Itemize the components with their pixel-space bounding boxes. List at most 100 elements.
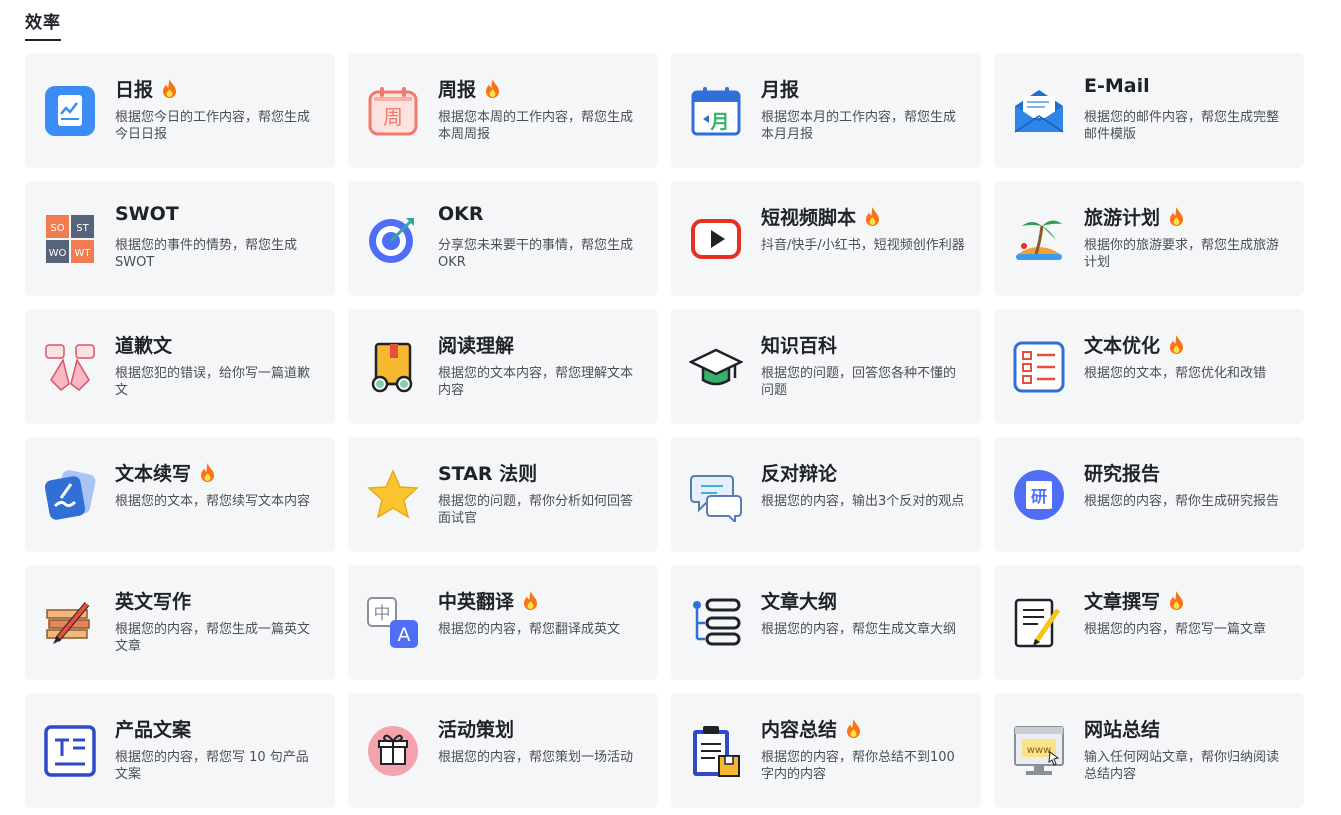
tool-card-event[interactable]: 活动策划 根据您的内容，帮您策划一场活动 (348, 693, 658, 808)
translate-icon: 中A (366, 596, 420, 650)
continue-writing-icon (43, 468, 97, 522)
tool-card-travel[interactable]: 旅游计划根据你的旅游要求，帮您生成旅游计划 (994, 181, 1304, 296)
tool-card-summary[interactable]: 内容总结根据您的内容，帮你总结不到100字内的内容 (671, 693, 981, 808)
card-title: 文本优化 (1084, 335, 1161, 357)
tool-card-english[interactable]: 英文写作根据您的内容，帮您生成一篇英文文章 (25, 565, 335, 680)
hot-fire-icon (847, 719, 861, 738)
card-description: 根据您的内容，帮你总结不到100字内的内容 (761, 750, 955, 782)
hot-badge (864, 206, 881, 227)
card-title: 活动策划 (438, 719, 515, 741)
hot-badge (1168, 334, 1185, 355)
hot-fire-icon (1170, 207, 1184, 226)
hot-badge (199, 462, 216, 483)
tool-card-daily[interactable]: 日报 根据您今日的工作内容，帮您生成今日日报 (25, 53, 335, 168)
tool-card-star[interactable]: STAR 法则 根据您的问题，帮你分析如何回答面试官 (348, 437, 658, 552)
tool-card-website[interactable]: www 网站总结 输入任何网站文章，帮你归纳阅读总结内容 (994, 693, 1304, 808)
card-title: 文本续写 (115, 463, 192, 485)
card-title-row: 阅读理解 (438, 331, 514, 358)
card-title-row: 英文写作 (115, 587, 191, 614)
translate-icon-zh: 中 (374, 604, 391, 624)
card-title-row: 文章大纲 (761, 587, 837, 614)
card-title-row: 月报 (761, 75, 799, 102)
card-title: 网站总结 (1084, 719, 1161, 741)
palm-island-icon (1012, 212, 1066, 266)
tool-grid: 日报 根据您今日的工作内容，帮您生成今日日报 周 周报 根据您本周的工作内容，帮您生成本… (25, 53, 1304, 808)
card-description: 根据您的内容，帮您生成一篇英文文章 (115, 622, 311, 654)
outline-list-icon (689, 596, 743, 650)
card-description: 根据您的文本内容，帮您理解文本内容 (438, 366, 634, 398)
tool-card-optimize[interactable]: 文本优化根据您的文本，帮您优化和改错 (994, 309, 1304, 424)
research-book-icon: 研 (1012, 468, 1066, 522)
card-title-row: 产品文案 (115, 715, 191, 742)
card-description: 根据您的内容，帮你生成研究报告 (1084, 494, 1280, 509)
card-title-row: 中英翻译 (438, 587, 539, 614)
card-description: 输入任何网站文章，帮你归纳阅读总结内容 (1084, 750, 1280, 782)
tool-card-weekly[interactable]: 周 周报 根据您本周的工作内容，帮您生成本周周报 (348, 53, 658, 168)
tool-card-translate[interactable]: 中 A 中英翻译根据您的内容，帮您翻译成英文 (348, 565, 658, 680)
tool-card-product[interactable]: 产品文案 根据您的内容，帮您写 10 句产品文案 (25, 693, 335, 808)
swot-grid-icon: SO ST WO WT (43, 212, 97, 266)
card-title-row: 文章撰写 (1084, 587, 1185, 614)
apology-hands-icon (43, 340, 97, 394)
card-title: 中英翻译 (438, 591, 515, 613)
section-title: 效率 (25, 8, 61, 41)
hot-fire-icon (866, 207, 880, 226)
card-title-row: 文本续写 (115, 459, 216, 486)
card-title: 文章大纲 (761, 591, 838, 613)
card-description: 根据您的文本，帮您续写文本内容 (115, 494, 311, 509)
card-title-row: 道歉文 (115, 331, 172, 358)
card-title: SWOT (115, 203, 179, 225)
card-title: 内容总结 (761, 719, 838, 741)
card-title: OKR (438, 203, 484, 225)
tool-card-debate[interactable]: 反对辩论 根据您的内容，输出3个反对的观点 (671, 437, 981, 552)
hot-badge (1168, 206, 1185, 227)
card-title: 周报 (438, 79, 477, 101)
tool-card-email[interactable]: E-Mail 根据您的邮件内容，帮您生成完整邮件模版 (994, 53, 1304, 168)
card-title-row: 反对辩论 (761, 459, 837, 486)
card-title: 日报 (115, 79, 154, 101)
document-pencil-icon (1012, 596, 1066, 650)
card-title: E-Mail (1084, 75, 1150, 97)
hot-badge (161, 78, 178, 99)
weekly-icon-text: 周 (383, 105, 403, 129)
card-description: 根据您的内容，帮您生成文章大纲 (761, 622, 957, 637)
tool-card-continue[interactable]: 文本续写根据您的文本，帮您续写文本内容 (25, 437, 335, 552)
tool-card-outline[interactable]: 文章大纲根据您的内容，帮您生成文章大纲 (671, 565, 981, 680)
tool-card-apology[interactable]: 道歉文 根据您犯的错误，给你写一篇道歉文 (25, 309, 335, 424)
swot-cell-3: WT (75, 248, 92, 259)
card-title: 文章撰写 (1084, 591, 1161, 613)
gift-icon (366, 724, 420, 778)
hot-fire-icon (201, 463, 215, 482)
hot-fire-icon (163, 79, 177, 98)
tool-card-okr[interactable]: OKR 分享您未来要干的事情，帮您生成 OKR (348, 181, 658, 296)
card-description: 根据您的文本，帮您优化和改错 (1084, 366, 1267, 381)
tool-card-research[interactable]: 研 研究报告 根据您的内容，帮你生成研究报告 (994, 437, 1304, 552)
book-glasses-icon (366, 340, 420, 394)
hot-fire-icon (524, 591, 538, 610)
card-title-row: 周报 (438, 75, 501, 102)
card-description: 根据你的旅游要求，帮您生成旅游计划 (1084, 238, 1280, 270)
target-icon (366, 212, 420, 266)
tool-card-video[interactable]: 短视频脚本 抖音/快手/小红书，短视频创作利器 (671, 181, 981, 296)
email-envelope-icon (1012, 84, 1066, 138)
tool-card-swot[interactable]: SO ST WO WT SWOT 根据您的事件的情势，帮您生成 SWOT (25, 181, 335, 296)
card-title: 旅游计划 (1084, 207, 1161, 229)
tool-card-reading[interactable]: 阅读理解根据您的文本内容，帮您理解文本内容 (348, 309, 658, 424)
card-title-row: 文本优化 (1084, 331, 1185, 358)
card-title-row: OKR (438, 203, 484, 225)
star-icon (366, 468, 420, 522)
card-title-row: E-Mail (1084, 75, 1150, 97)
hot-fire-icon (486, 79, 500, 98)
card-description: 根据您的内容，帮您翻译成英文 (438, 622, 621, 637)
card-title-row: SWOT (115, 203, 179, 225)
card-description: 分享您未来要干的事情，帮您生成 OKR (438, 238, 634, 270)
books-pencil-icon (43, 596, 97, 650)
swot-cell-1: ST (76, 223, 89, 234)
tool-card-monthly[interactable]: 月 月报 根据您本月的工作内容，帮您生成本月月报 (671, 53, 981, 168)
tool-card-article[interactable]: 文章撰写 根据您的内容，帮您写一篇文章 (994, 565, 1304, 680)
card-description: 根据您的邮件内容，帮您生成完整邮件模版 (1084, 110, 1280, 142)
tool-card-wiki[interactable]: 知识百科 根据您的问题，回答您各种不懂的问题 (671, 309, 981, 424)
card-title-row: 旅游计划 (1084, 203, 1185, 230)
research-icon-text: 研 (1031, 487, 1047, 506)
monthly-icon-text: 月 (709, 111, 729, 133)
